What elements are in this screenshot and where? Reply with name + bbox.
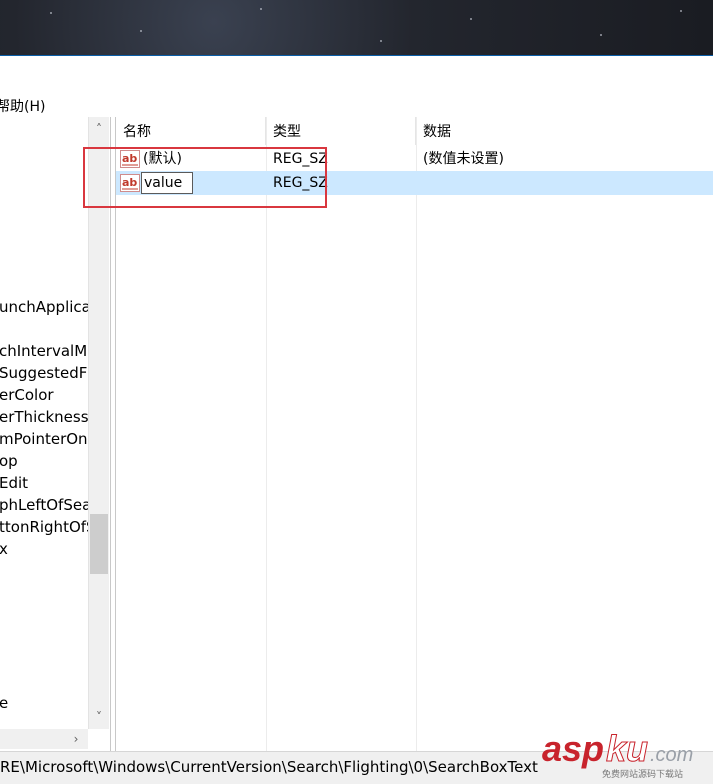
desktop-wallpaper xyxy=(0,0,713,55)
scroll-thumb[interactable] xyxy=(90,514,108,574)
registry-path: RE\Microsoft\Windows\CurrentVersion\Sear… xyxy=(0,758,538,776)
svg-text:asp: asp xyxy=(542,728,604,769)
column-header-data[interactable]: 数据 xyxy=(416,117,713,145)
tree-vertical-scrollbar[interactable]: ˄ ˅ xyxy=(88,117,109,729)
column-header-name[interactable]: 名称 xyxy=(116,117,266,145)
window-titlebar xyxy=(0,55,713,94)
menu-bar: 帮助(H) xyxy=(0,93,713,117)
svg-text:ku: ku xyxy=(606,728,648,769)
tree-item[interactable]: Edit xyxy=(0,472,28,494)
tree-item[interactable]: SuggestedF xyxy=(0,362,87,384)
tree-item[interactable]: phLeftOfSea xyxy=(0,494,91,516)
tree-item[interactable]: e xyxy=(0,692,8,714)
tree-item[interactable]: ttonRightOfS xyxy=(0,516,96,538)
tree-item[interactable]: op xyxy=(0,450,18,472)
registry-values-list[interactable]: 名称 类型 数据 ab (默认) REG_SZ (数值未设置) ab value… xyxy=(115,117,713,751)
column-divider xyxy=(416,117,417,751)
registry-key-tree[interactable]: unchApplica chIntervalMi SuggestedF erCo… xyxy=(0,117,111,751)
tree-item[interactable]: erColor xyxy=(0,384,54,406)
svg-text:.com: .com xyxy=(650,744,693,766)
annotation-highlight-box xyxy=(83,147,327,208)
tree-horizontal-scrollbar[interactable]: › xyxy=(0,729,88,749)
tree-item[interactable]: chIntervalMi xyxy=(0,340,91,362)
column-divider xyxy=(266,117,267,751)
scroll-down-icon[interactable]: ˅ xyxy=(89,707,109,727)
menu-help[interactable]: 帮助(H) xyxy=(0,96,45,116)
tree-item[interactable]: unchApplica xyxy=(0,296,91,318)
tree-item[interactable]: erThickness xyxy=(0,406,89,428)
tree-item[interactable]: x xyxy=(0,538,8,560)
column-header-type[interactable]: 类型 xyxy=(266,117,416,145)
scroll-up-icon[interactable]: ˄ xyxy=(89,119,109,139)
tree-item[interactable]: mPointerOnH xyxy=(0,428,99,450)
aspku-watermark-logo: asp ku .com 免费网站源码下载站 xyxy=(542,728,693,781)
value-data: (数值未设置) xyxy=(423,151,504,167)
svg-text:免费网站源码下载站: 免费网站源码下载站 xyxy=(602,768,683,780)
scroll-right-icon[interactable]: › xyxy=(68,729,84,749)
